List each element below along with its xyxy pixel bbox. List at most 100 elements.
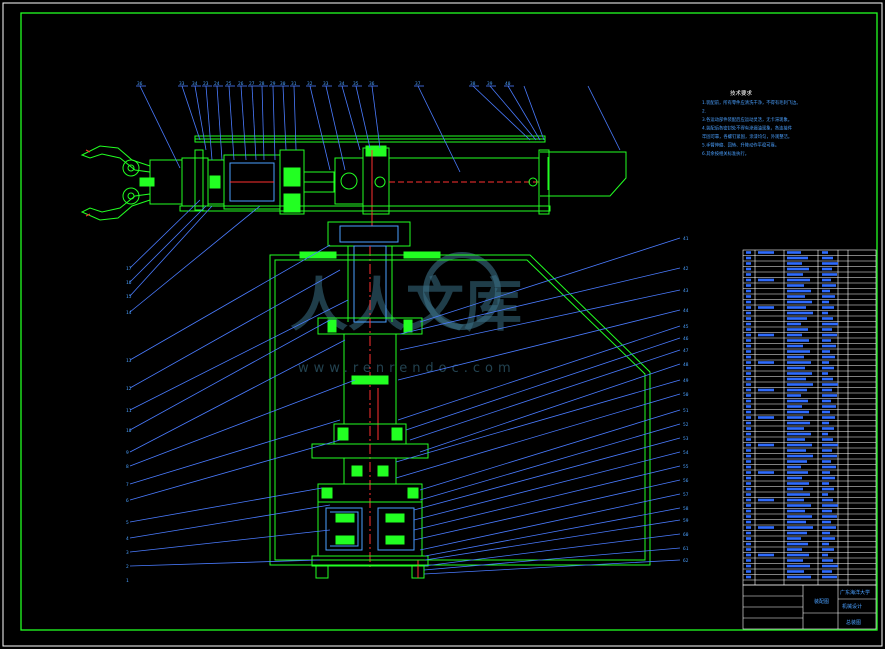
table-cell-text xyxy=(822,432,828,436)
callout-label: 51 xyxy=(683,408,689,414)
table-cell-text xyxy=(787,311,813,315)
callout-label: 16 xyxy=(126,280,132,286)
table-cell-text xyxy=(787,361,811,364)
table-cell-text xyxy=(822,515,837,518)
table-cell-text xyxy=(822,553,828,557)
table-cell-index xyxy=(746,526,751,529)
table-cell-text xyxy=(822,256,833,260)
table-cell-text xyxy=(822,278,831,282)
table-cell-text xyxy=(787,317,807,320)
table-cell-index xyxy=(746,311,751,315)
table-cell-text xyxy=(822,564,838,568)
table-cell-index xyxy=(746,504,751,507)
table-cell-index xyxy=(746,372,751,375)
table-cell-text xyxy=(787,273,803,276)
table-cell-text xyxy=(787,377,806,381)
table-cell-index xyxy=(746,542,751,546)
table-cell-code xyxy=(758,416,774,419)
table-cell-text xyxy=(787,559,803,562)
table-cell-index xyxy=(746,465,751,469)
table-cell-index xyxy=(746,564,751,568)
table-cell-text xyxy=(787,443,812,447)
table-cell-index xyxy=(746,515,751,518)
table-cell-text xyxy=(822,284,836,287)
table-cell-text xyxy=(787,306,806,309)
table-cell-index xyxy=(746,520,751,524)
parts-list-table xyxy=(742,249,877,586)
table-cell-text xyxy=(822,322,838,326)
table-cell-index xyxy=(746,289,751,293)
table-cell-code xyxy=(758,333,774,337)
table-cell-text xyxy=(822,355,835,359)
tech-req-line: 5.手臂伸缩、回转、升降动作平稳可靠。 xyxy=(702,142,779,149)
table-cell-index xyxy=(746,399,751,403)
table-cell-text xyxy=(787,399,808,403)
tech-req-line: 1.装配前，所有零件应清洗干净，不得有毛刺飞边。 xyxy=(702,99,801,106)
table-cell-text xyxy=(787,460,807,463)
table-cell-code xyxy=(758,251,774,254)
table-cell-index xyxy=(746,432,751,436)
table-cell-text xyxy=(822,317,833,320)
table-cell-code xyxy=(758,553,774,557)
table-cell-text xyxy=(822,289,830,293)
callout-label: 49 xyxy=(683,378,689,384)
table-cell-text xyxy=(822,504,838,507)
table-cell-index xyxy=(746,383,751,386)
table-cell-text xyxy=(787,322,801,326)
table-cell-text xyxy=(787,344,803,348)
callout-label: 61 xyxy=(683,546,689,552)
callout-label: 2 xyxy=(126,564,129,570)
callout-label: 48 xyxy=(683,362,689,368)
table-cell-text xyxy=(787,449,806,452)
table-cell-index xyxy=(746,553,751,557)
table-cell-index xyxy=(746,449,751,452)
title-block-course: 机械设计 xyxy=(842,603,862,610)
table-cell-text xyxy=(822,509,832,513)
callout-label: 15 xyxy=(126,294,132,300)
table-cell-text xyxy=(822,333,837,337)
table-cell-text xyxy=(787,295,805,298)
table-cell-text xyxy=(822,537,835,540)
table-cell-text xyxy=(822,498,833,502)
table-cell-text xyxy=(822,388,832,392)
table-cell-text xyxy=(822,427,834,430)
table-cell-index xyxy=(746,394,751,397)
callout-label: 3 xyxy=(126,550,129,556)
table-cell-text xyxy=(822,487,834,491)
callout-label: 53 xyxy=(683,436,689,442)
tech-req-title: 技术要求 xyxy=(730,89,753,97)
table-cell-index xyxy=(746,509,751,513)
table-cell-text xyxy=(822,251,828,254)
table-cell-index xyxy=(746,460,751,463)
table-cell-index xyxy=(746,262,751,265)
table-cell-text xyxy=(822,460,831,463)
table-cell-text xyxy=(787,465,801,469)
table-cell-index xyxy=(746,284,751,287)
table-cell-index xyxy=(746,256,751,260)
callout-label: 46 xyxy=(683,336,689,342)
table-cell-text xyxy=(787,366,805,370)
table-cell-text xyxy=(822,394,837,397)
table-cell-index xyxy=(746,328,751,331)
table-cell-text xyxy=(787,427,804,430)
table-cell-text xyxy=(822,548,834,551)
table-cell-index xyxy=(746,487,751,491)
table-cell-text xyxy=(787,383,813,386)
table-cell-index xyxy=(746,317,751,320)
callout-label: 54 xyxy=(683,450,689,456)
table-cell-index xyxy=(746,548,751,551)
table-cell-index xyxy=(746,366,751,370)
table-cell-index xyxy=(746,476,751,480)
table-cell-index xyxy=(746,405,751,408)
callout-label: 9 xyxy=(126,450,129,456)
technical-requirements: 技术要求 1.装配前，所有零件应清洗干净，不得有毛刺飞边。 2.3.各运动部件装配… xyxy=(702,89,801,157)
callout-label: 52 xyxy=(683,422,689,428)
callout-label: 45 xyxy=(683,324,689,330)
table-cell-index xyxy=(746,410,751,414)
table-cell-index xyxy=(746,300,751,304)
table-cell-index xyxy=(746,350,751,353)
table-cell-text xyxy=(787,394,801,397)
table-cell-text xyxy=(822,416,835,419)
table-cell-text xyxy=(822,454,837,458)
table-cell-index xyxy=(746,443,751,447)
